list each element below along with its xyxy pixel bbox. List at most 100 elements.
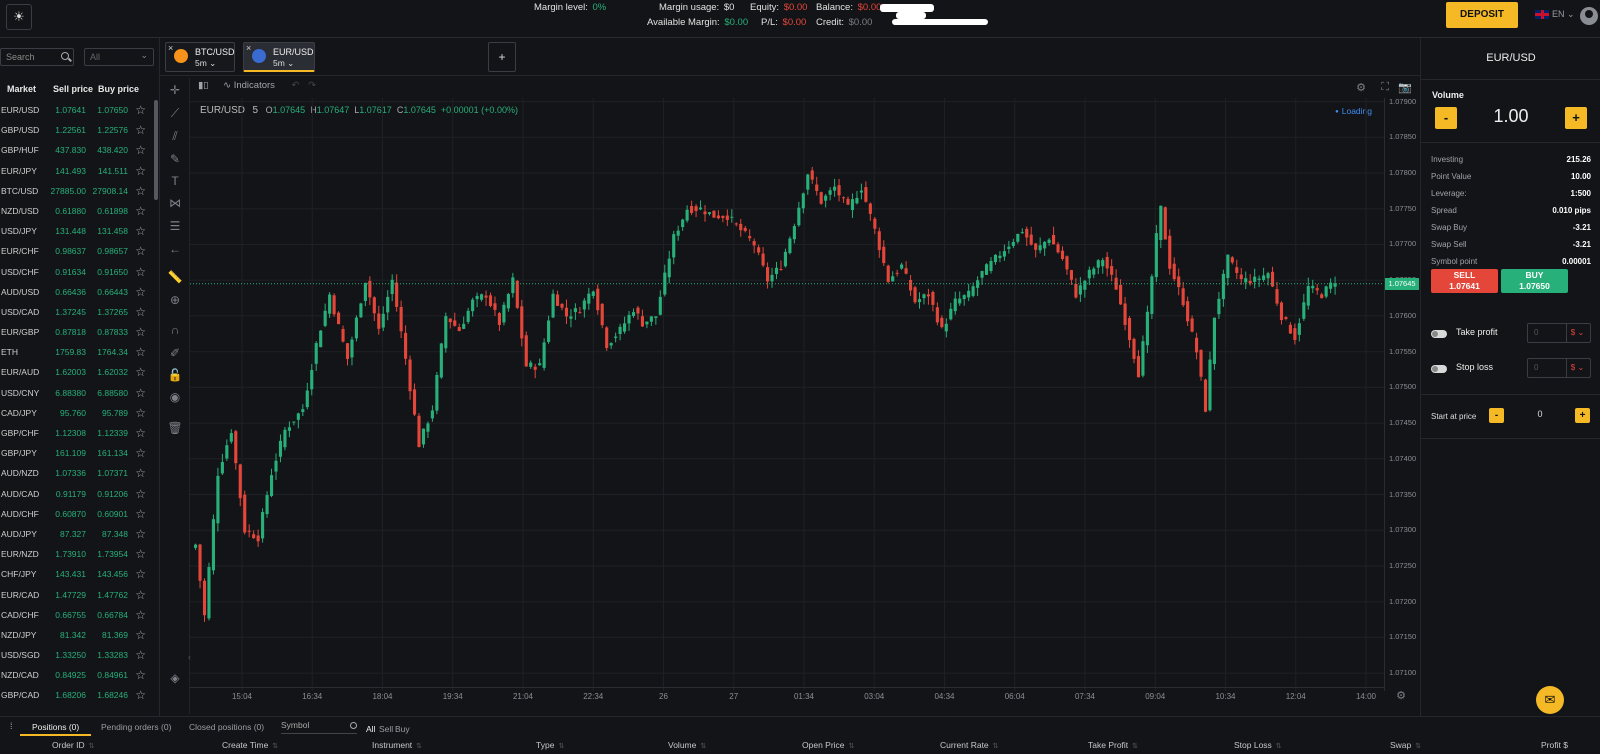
text-tool-icon[interactable]: T bbox=[167, 174, 183, 188]
market-row[interactable]: NZD/USD 0.61880 0.61898 ☆ bbox=[0, 201, 152, 221]
indicators-button[interactable]: ∿ Indicators bbox=[223, 80, 275, 91]
sort-icon[interactable]: ⇅ bbox=[1132, 743, 1138, 750]
sell-button[interactable]: SELL 1.07641 bbox=[1431, 269, 1498, 293]
market-buy-price[interactable]: 1.07650 bbox=[97, 100, 128, 120]
market-row[interactable]: EUR/NZD 1.73910 1.73954 ☆ bbox=[0, 544, 152, 564]
start-price-plus-button[interactable]: + bbox=[1575, 408, 1590, 423]
market-row[interactable]: EUR/CHF 0.98637 0.98657 ☆ bbox=[0, 241, 152, 261]
market-sell-price[interactable]: 1759.83 bbox=[55, 342, 86, 362]
volume-plus-button[interactable]: + bbox=[1565, 107, 1587, 129]
sort-icon[interactable]: ⇅ bbox=[272, 743, 278, 750]
stop-loss-toggle[interactable] bbox=[1431, 365, 1447, 373]
sort-icon[interactable]: ⇅ bbox=[1415, 743, 1421, 750]
market-buy-price[interactable]: 95.789 bbox=[102, 403, 128, 423]
market-row[interactable]: USD/CNY 6.88380 6.88580 ☆ bbox=[0, 383, 152, 403]
candle-type-icon[interactable]: ▮▯ bbox=[198, 80, 208, 91]
favorite-star-icon[interactable]: ☆ bbox=[135, 564, 146, 584]
ruler-icon[interactable]: 📏 bbox=[167, 270, 183, 284]
time-axis[interactable]: ⚙ 15:04 16:34 18:04 19:34 21:04 22:34 26 27 01:3… bbox=[190, 687, 1406, 705]
market-buy-price[interactable]: 0.87833 bbox=[97, 322, 128, 342]
lock-drawing-icon[interactable]: ✐ bbox=[167, 346, 183, 360]
market-sell-price[interactable]: 27885.00 bbox=[51, 181, 86, 201]
column-header[interactable]: Type ⇅ bbox=[536, 740, 564, 750]
favorite-star-icon[interactable]: ☆ bbox=[135, 463, 146, 483]
candlestick-chart[interactable] bbox=[190, 98, 1384, 691]
magnet-icon[interactable]: ∩ bbox=[167, 323, 183, 337]
pattern-tool-icon[interactable]: ⋈ bbox=[167, 196, 183, 210]
market-sell-price[interactable]: 0.91179 bbox=[56, 484, 86, 504]
market-buy-price[interactable]: 1.47762 bbox=[97, 585, 128, 605]
market-buy-price[interactable]: 141.511 bbox=[98, 161, 128, 181]
market-row[interactable]: AUD/JPY 87.327 87.348 ☆ bbox=[0, 524, 152, 544]
column-header[interactable]: Open Price ⇅ bbox=[802, 740, 854, 750]
favorite-star-icon[interactable]: ☆ bbox=[135, 645, 146, 665]
market-buy-price[interactable]: 0.91206 bbox=[97, 484, 128, 504]
take-profit-toggle[interactable] bbox=[1431, 330, 1447, 338]
market-buy-price[interactable]: 161.134 bbox=[97, 443, 128, 463]
favorite-star-icon[interactable]: ☆ bbox=[135, 585, 146, 605]
favorite-star-icon[interactable]: ☆ bbox=[135, 140, 146, 160]
market-sell-price[interactable]: 0.98637 bbox=[55, 241, 86, 261]
buy-button[interactable]: BUY 1.07650 bbox=[1501, 269, 1568, 293]
favorite-star-icon[interactable]: ☆ bbox=[135, 120, 146, 140]
favorite-star-icon[interactable]: ☆ bbox=[135, 403, 146, 423]
favorite-star-icon[interactable]: ☆ bbox=[135, 262, 146, 282]
market-buy-price[interactable]: 1.73954 bbox=[97, 544, 128, 564]
take-profit-input[interactable]: 0 $ ⌄ bbox=[1527, 323, 1591, 343]
trash-icon[interactable]: 🗑 bbox=[167, 421, 183, 435]
column-header[interactable]: Swap ⇅ bbox=[1390, 740, 1421, 750]
market-sell-price[interactable]: 1.22561 bbox=[55, 120, 86, 140]
market-sell-price[interactable]: 143.431 bbox=[55, 564, 86, 584]
favorite-star-icon[interactable]: ☆ bbox=[135, 201, 146, 221]
market-buy-price[interactable]: 0.66443 bbox=[97, 282, 128, 302]
column-header[interactable]: Current Rate ⇅ bbox=[940, 740, 999, 750]
market-sell-price[interactable]: 0.60870 bbox=[55, 504, 86, 524]
market-buy-price[interactable]: 0.66784 bbox=[97, 605, 128, 625]
redo-icon[interactable]: ↷ bbox=[308, 80, 316, 91]
eye-icon[interactable]: ◉ bbox=[167, 390, 183, 404]
market-scrollbar[interactable] bbox=[154, 100, 158, 200]
market-buy-price[interactable]: 1.07371 bbox=[97, 463, 128, 483]
fib-tool-icon[interactable]: ☰ bbox=[167, 219, 183, 233]
favorite-star-icon[interactable]: ☆ bbox=[135, 342, 146, 362]
sort-icon[interactable]: ⇅ bbox=[849, 743, 855, 750]
market-buy-price[interactable]: 1.22576 bbox=[97, 120, 128, 140]
column-header[interactable]: Stop Loss ⇅ bbox=[1234, 740, 1282, 750]
market-buy-price[interactable]: 0.84961 bbox=[97, 665, 128, 685]
close-tab-icon[interactable]: × bbox=[246, 43, 251, 53]
market-sell-price[interactable]: 437.830 bbox=[55, 140, 86, 160]
market-sell-price[interactable]: 141.493 bbox=[55, 161, 86, 181]
sort-icon[interactable]: ⇅ bbox=[89, 743, 95, 750]
market-row[interactable]: GBP/HUF 437.830 438.420 ☆ bbox=[0, 140, 152, 160]
market-row[interactable]: USD/JPY 131.448 131.458 ☆ bbox=[0, 221, 152, 241]
column-header[interactable]: Create Time ⇅ bbox=[222, 740, 278, 750]
market-row[interactable]: CAD/JPY 95.760 95.789 ☆ bbox=[0, 403, 152, 423]
market-sell-price[interactable]: 87.327 bbox=[60, 524, 86, 544]
sort-icon[interactable]: ⇅ bbox=[1276, 743, 1282, 750]
market-buy-price[interactable]: 0.61898 bbox=[97, 201, 128, 221]
tab-pending-orders[interactable]: Pending orders (0) bbox=[101, 722, 171, 732]
favorite-star-icon[interactable]: ☆ bbox=[135, 241, 146, 261]
tab-positions[interactable]: Positions (0) bbox=[20, 722, 92, 736]
price-axis[interactable]: 1.07900 1.07850 1.07800 1.07750 1.07700 1.076… bbox=[1384, 97, 1419, 691]
market-sell-price[interactable]: 6.88380 bbox=[55, 383, 86, 403]
market-buy-price[interactable]: 1.12339 bbox=[97, 423, 128, 443]
market-sell-price[interactable]: 0.66755 bbox=[55, 605, 86, 625]
deposit-button[interactable]: DEPOSIT bbox=[1446, 2, 1518, 28]
tab-timeframe[interactable]: 5m ⌄ bbox=[273, 58, 294, 69]
theme-toggle-icon[interactable]: ☀ bbox=[6, 4, 32, 30]
market-row[interactable]: EUR/AUD 1.62003 1.62032 ☆ bbox=[0, 362, 152, 382]
market-sell-price[interactable]: 81.342 bbox=[60, 625, 86, 645]
camera-icon[interactable]: 📷 bbox=[1398, 81, 1412, 94]
market-sell-price[interactable]: 1.07641 bbox=[55, 100, 86, 120]
market-buy-price[interactable]: 131.458 bbox=[97, 221, 128, 241]
undo-icon[interactable]: ↶ bbox=[292, 80, 300, 91]
market-sell-price[interactable]: 1.73910 bbox=[55, 544, 86, 564]
zoom-icon[interactable]: ⊕ bbox=[167, 293, 183, 307]
user-avatar-icon[interactable] bbox=[1580, 7, 1598, 25]
scroll-left-icon[interactable]: ‹ bbox=[188, 652, 191, 662]
favorite-star-icon[interactable]: ☆ bbox=[135, 100, 146, 120]
market-row[interactable]: ETH 1759.83 1764.34 ☆ bbox=[0, 342, 152, 362]
market-buy-price[interactable]: 1.62032 bbox=[97, 362, 128, 382]
market-sell-price[interactable]: 0.84925 bbox=[55, 665, 86, 685]
